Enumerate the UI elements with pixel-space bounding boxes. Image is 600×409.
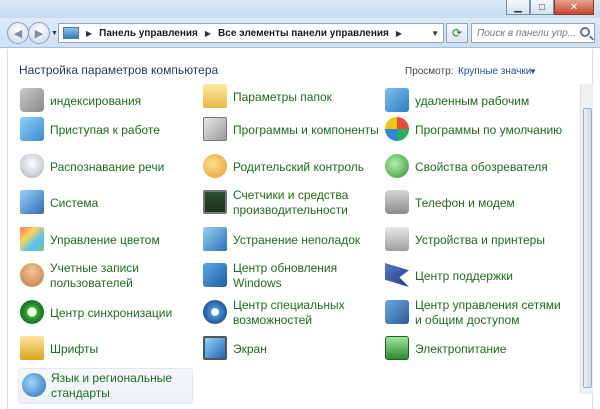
- item-label: Система: [50, 195, 99, 210]
- maximize-button[interactable]: □: [530, 0, 554, 15]
- internet-options-icon: [385, 154, 409, 178]
- window-controls: ▁ □ ✕: [506, 0, 594, 16]
- view-mode-dropdown[interactable]: Крупные значки: [458, 66, 531, 77]
- item-label: Электропитание: [415, 341, 507, 356]
- color-management-icon: [20, 227, 44, 251]
- vertical-scrollbar[interactable]: [580, 84, 593, 394]
- item-label: Центр обновления Windows: [233, 261, 338, 290]
- indexing-icon: [20, 88, 44, 112]
- item-label: Учетные записи пользователей: [50, 261, 139, 290]
- monitor-icon: [203, 336, 227, 360]
- item-ease-of-access[interactable]: Центр специальных возможностей: [203, 296, 381, 330]
- breadcrumb-all-items[interactable]: Все элементы панели управления: [218, 28, 389, 39]
- control-panel-icon: [63, 27, 79, 39]
- item-label: Распознавание речи: [50, 159, 165, 174]
- item-windows-update[interactable]: Центр обновления Windows: [203, 259, 381, 293]
- item-phone-modem[interactable]: Телефон и модем: [385, 186, 563, 220]
- item-internet-options[interactable]: Свойства обозревателя: [385, 150, 563, 184]
- item-user-accounts[interactable]: Учетные записи пользователей: [20, 259, 198, 293]
- navigation-bar: ◀ ▶ ▼ ▶ Панель управления ▶ Все элементы…: [0, 18, 600, 48]
- item-label: Программы и компоненты: [233, 122, 379, 137]
- item-performance[interactable]: Счетчики и средства производительности: [203, 186, 381, 220]
- windows-update-icon: [203, 263, 227, 287]
- flag-icon: [385, 263, 409, 287]
- default-programs-icon: [385, 117, 409, 141]
- printer-icon: [385, 227, 409, 251]
- getting-started-icon: [20, 117, 44, 141]
- recent-pages-dropdown[interactable]: ▼: [51, 30, 58, 37]
- breadcrumb-separator[interactable]: ▶: [205, 29, 211, 38]
- item-action-center[interactable]: Центр поддержки: [385, 259, 563, 293]
- scrollbar-thumb[interactable]: [583, 108, 592, 388]
- breadcrumb-separator[interactable]: ▶: [396, 29, 402, 38]
- item-display[interactable]: Экран: [203, 332, 381, 366]
- item-label: Устранение неполадок: [233, 232, 361, 247]
- item-label: Приступая к работе: [50, 122, 160, 137]
- globe-icon: [22, 373, 46, 397]
- view-label: Просмотр:: [405, 66, 454, 77]
- battery-icon: [385, 336, 409, 360]
- item-label: Управление цветом: [50, 232, 160, 247]
- item-network-center[interactable]: Центр управления сетями и общим доступом: [385, 296, 563, 330]
- search-icon[interactable]: [580, 27, 590, 37]
- item-programs-features[interactable]: Программы и компоненты: [203, 113, 381, 147]
- item-label: Экран: [233, 341, 267, 356]
- item-default-programs[interactable]: Программы по умолчанию: [385, 113, 563, 147]
- item-label: Центр управления сетями и общим доступом: [415, 298, 561, 327]
- item-label: Шрифты: [50, 341, 99, 356]
- item-region-language[interactable]: Язык и региональные стандарты: [18, 368, 193, 404]
- fonts-icon: [20, 336, 44, 360]
- close-button[interactable]: ✕: [554, 0, 594, 15]
- microphone-icon: [20, 154, 44, 178]
- item-label: Свойства обозревателя: [415, 159, 548, 174]
- item-label: Центр специальных возможностей: [233, 298, 345, 327]
- item-color-management[interactable]: Управление цветом: [20, 223, 198, 257]
- forward-button[interactable]: ▶: [28, 22, 50, 44]
- item-speech-recognition[interactable]: Распознавание речи: [20, 150, 198, 184]
- performance-icon: [203, 190, 227, 214]
- refresh-button[interactable]: ⟳: [446, 23, 468, 43]
- item-label: Центр поддержки: [415, 268, 513, 283]
- search-input[interactable]: [477, 27, 577, 39]
- item-label: Родительский контроль: [233, 159, 364, 174]
- item-troubleshooting[interactable]: Устранение неполадок: [203, 223, 381, 257]
- breadcrumb-control-panel[interactable]: Панель управления: [99, 28, 198, 39]
- address-bar[interactable]: ▶ Панель управления ▶ Все элементы панел…: [58, 23, 444, 43]
- item-label: Устройства и принтеры: [415, 232, 545, 247]
- address-dropdown-icon[interactable]: ▼: [431, 29, 439, 38]
- item-power-options[interactable]: Электропитание: [385, 332, 563, 366]
- item-folder-options[interactable]: Параметры папок: [203, 80, 381, 114]
- system-icon: [20, 190, 44, 214]
- sync-icon: [20, 300, 44, 324]
- programs-icon: [203, 117, 227, 141]
- item-label: Центр синхронизации: [50, 305, 173, 320]
- breadcrumb-separator[interactable]: ▶: [86, 29, 92, 38]
- back-button[interactable]: ◀: [7, 22, 29, 44]
- accessibility-icon: [203, 300, 227, 324]
- parental-controls-icon: [203, 154, 227, 178]
- folder-icon: [203, 84, 227, 108]
- item-label: Параметры папок: [233, 89, 332, 104]
- page-title: Настройка параметров компьютера: [19, 63, 219, 77]
- troubleshooting-icon: [203, 227, 227, 251]
- phone-icon: [385, 190, 409, 214]
- item-fonts[interactable]: Шрифты: [20, 332, 198, 366]
- item-label: Язык и региональные стандарты: [51, 371, 172, 400]
- item-label: Программы по умолчанию: [415, 122, 563, 137]
- item-label: Телефон и модем: [415, 195, 515, 210]
- chevron-down-icon[interactable]: ▼: [529, 67, 537, 76]
- item-system[interactable]: Система: [20, 186, 198, 220]
- minimize-button[interactable]: ▁: [506, 0, 530, 15]
- search-box[interactable]: [471, 23, 595, 43]
- item-sync-center[interactable]: Центр синхронизации: [20, 296, 198, 330]
- item-devices-printers[interactable]: Устройства и принтеры: [385, 223, 563, 257]
- item-parental-controls[interactable]: Родительский контроль: [203, 150, 381, 184]
- item-getting-started[interactable]: Приступая к работе: [20, 113, 198, 147]
- users-icon: [20, 263, 44, 287]
- item-label: Счетчики и средства производительности: [233, 188, 349, 217]
- network-icon: [385, 300, 409, 324]
- title-bar: ▁ □ ✕: [0, 0, 600, 18]
- remote-desktop-icon: [385, 88, 409, 112]
